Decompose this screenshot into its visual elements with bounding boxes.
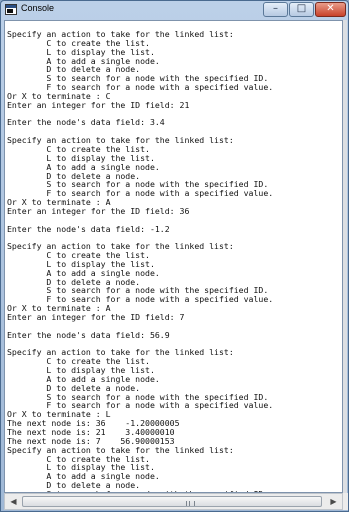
minimize-button[interactable]: –: [263, 2, 288, 17]
vertical-scroll-track[interactable]: [343, 20, 347, 493]
console-line: Enter an integer for the ID field: 21: [7, 99, 190, 110]
console-output-text: Specify an action to take for the linked…: [5, 21, 342, 492]
console-line: Enter the node's data field: 56.9: [7, 329, 170, 340]
horizontal-scrollbar[interactable]: ◀ ▶: [4, 493, 343, 510]
maximize-button[interactable]: □: [289, 2, 314, 17]
horizontal-scroll-thumb[interactable]: [22, 496, 322, 507]
title-bar[interactable]: Console – □ ✕: [1, 1, 348, 20]
console-app-icon[interactable]: [5, 4, 17, 15]
console-line: Enter the node's data field: 3.4: [7, 117, 165, 128]
resize-corner[interactable]: [343, 493, 348, 510]
console-output-area[interactable]: Specify an action to take for the linked…: [4, 20, 343, 493]
scroll-grip-icon: [186, 501, 195, 506]
console-line: Enter an integer for the ID field: 36: [7, 205, 190, 216]
console-line: Enter an integer for the ID field: 7: [7, 312, 185, 322]
scroll-left-arrow-icon[interactable]: ◀: [6, 495, 21, 508]
close-button[interactable]: ✕: [315, 2, 346, 17]
console-window: Console – □ ✕ Specify an action to take …: [0, 0, 349, 512]
console-line: Enter the node's data field: -1.2: [7, 223, 170, 234]
scroll-right-arrow-icon[interactable]: ▶: [326, 495, 341, 508]
window-title: Console: [21, 3, 55, 13]
